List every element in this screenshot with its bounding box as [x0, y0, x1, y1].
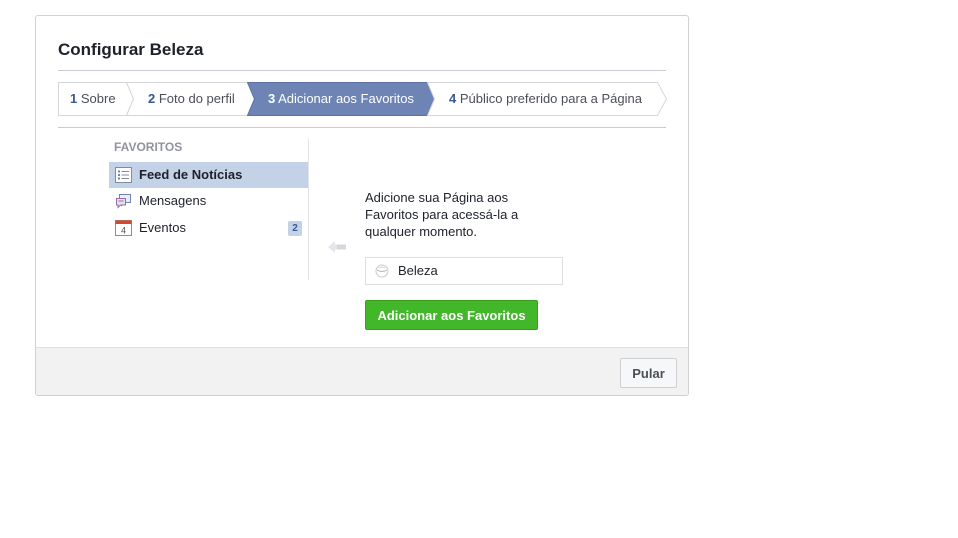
messages-icon: [115, 193, 132, 209]
arrow-left-icon: [327, 240, 347, 254]
dialog-footer: Pular: [36, 347, 688, 395]
step-label: Sobre: [80, 91, 116, 106]
news-feed-icon: [115, 167, 132, 183]
favorite-item-messages: Mensagens: [109, 188, 308, 214]
step-number: 2: [148, 91, 156, 106]
count-badge: 2: [288, 221, 302, 236]
step-number: 4: [449, 91, 457, 106]
step-1[interactable]: 1 Sobre: [58, 82, 134, 116]
step-3[interactable]: 3 Adicionar aos Favoritos: [247, 82, 435, 116]
favorite-label: Eventos: [139, 220, 186, 235]
calendar-icon: 4: [115, 220, 132, 236]
calendar-icon-day: 4: [121, 226, 126, 236]
skip-button[interactable]: Pular: [620, 358, 677, 388]
add-to-favorites-button[interactable]: Adicionar aos Favoritos: [365, 300, 538, 330]
step-label: Foto do perfil: [158, 91, 235, 106]
page-icon: [375, 264, 389, 278]
divider: [58, 70, 666, 71]
setup-dialog: Configurar Beleza 1 Sobre 2 Foto do perf…: [35, 15, 689, 396]
page-name: Beleza: [398, 263, 438, 278]
favorite-item-events: 4 Eventos 2: [109, 215, 308, 241]
step-number: 3: [268, 91, 276, 106]
page-preview: Beleza: [365, 257, 563, 285]
description-text: Adicione sua Página aos Favoritos para a…: [365, 190, 519, 239]
divider: [58, 127, 666, 128]
step-number: 1: [70, 91, 78, 106]
favorites-heading: FAVORITOS: [114, 140, 183, 154]
favorite-item-news-feed: Feed de Notícias: [109, 162, 308, 188]
favorite-label: Feed de Notícias: [139, 167, 243, 182]
dialog-title: Configurar Beleza: [58, 40, 204, 59]
step-indicator: 1 Sobre 2 Foto do perfil 3 Adicionar aos…: [58, 82, 668, 116]
step-label: Adicionar aos Favoritos: [278, 91, 414, 106]
step-label: Público preferido para a Página: [459, 91, 642, 106]
step-4[interactable]: 4 Público preferido para a Página: [427, 82, 667, 116]
step-2[interactable]: 2 Foto do perfil: [126, 82, 255, 116]
favorite-label: Mensagens: [139, 193, 207, 208]
divider: [308, 138, 309, 280]
